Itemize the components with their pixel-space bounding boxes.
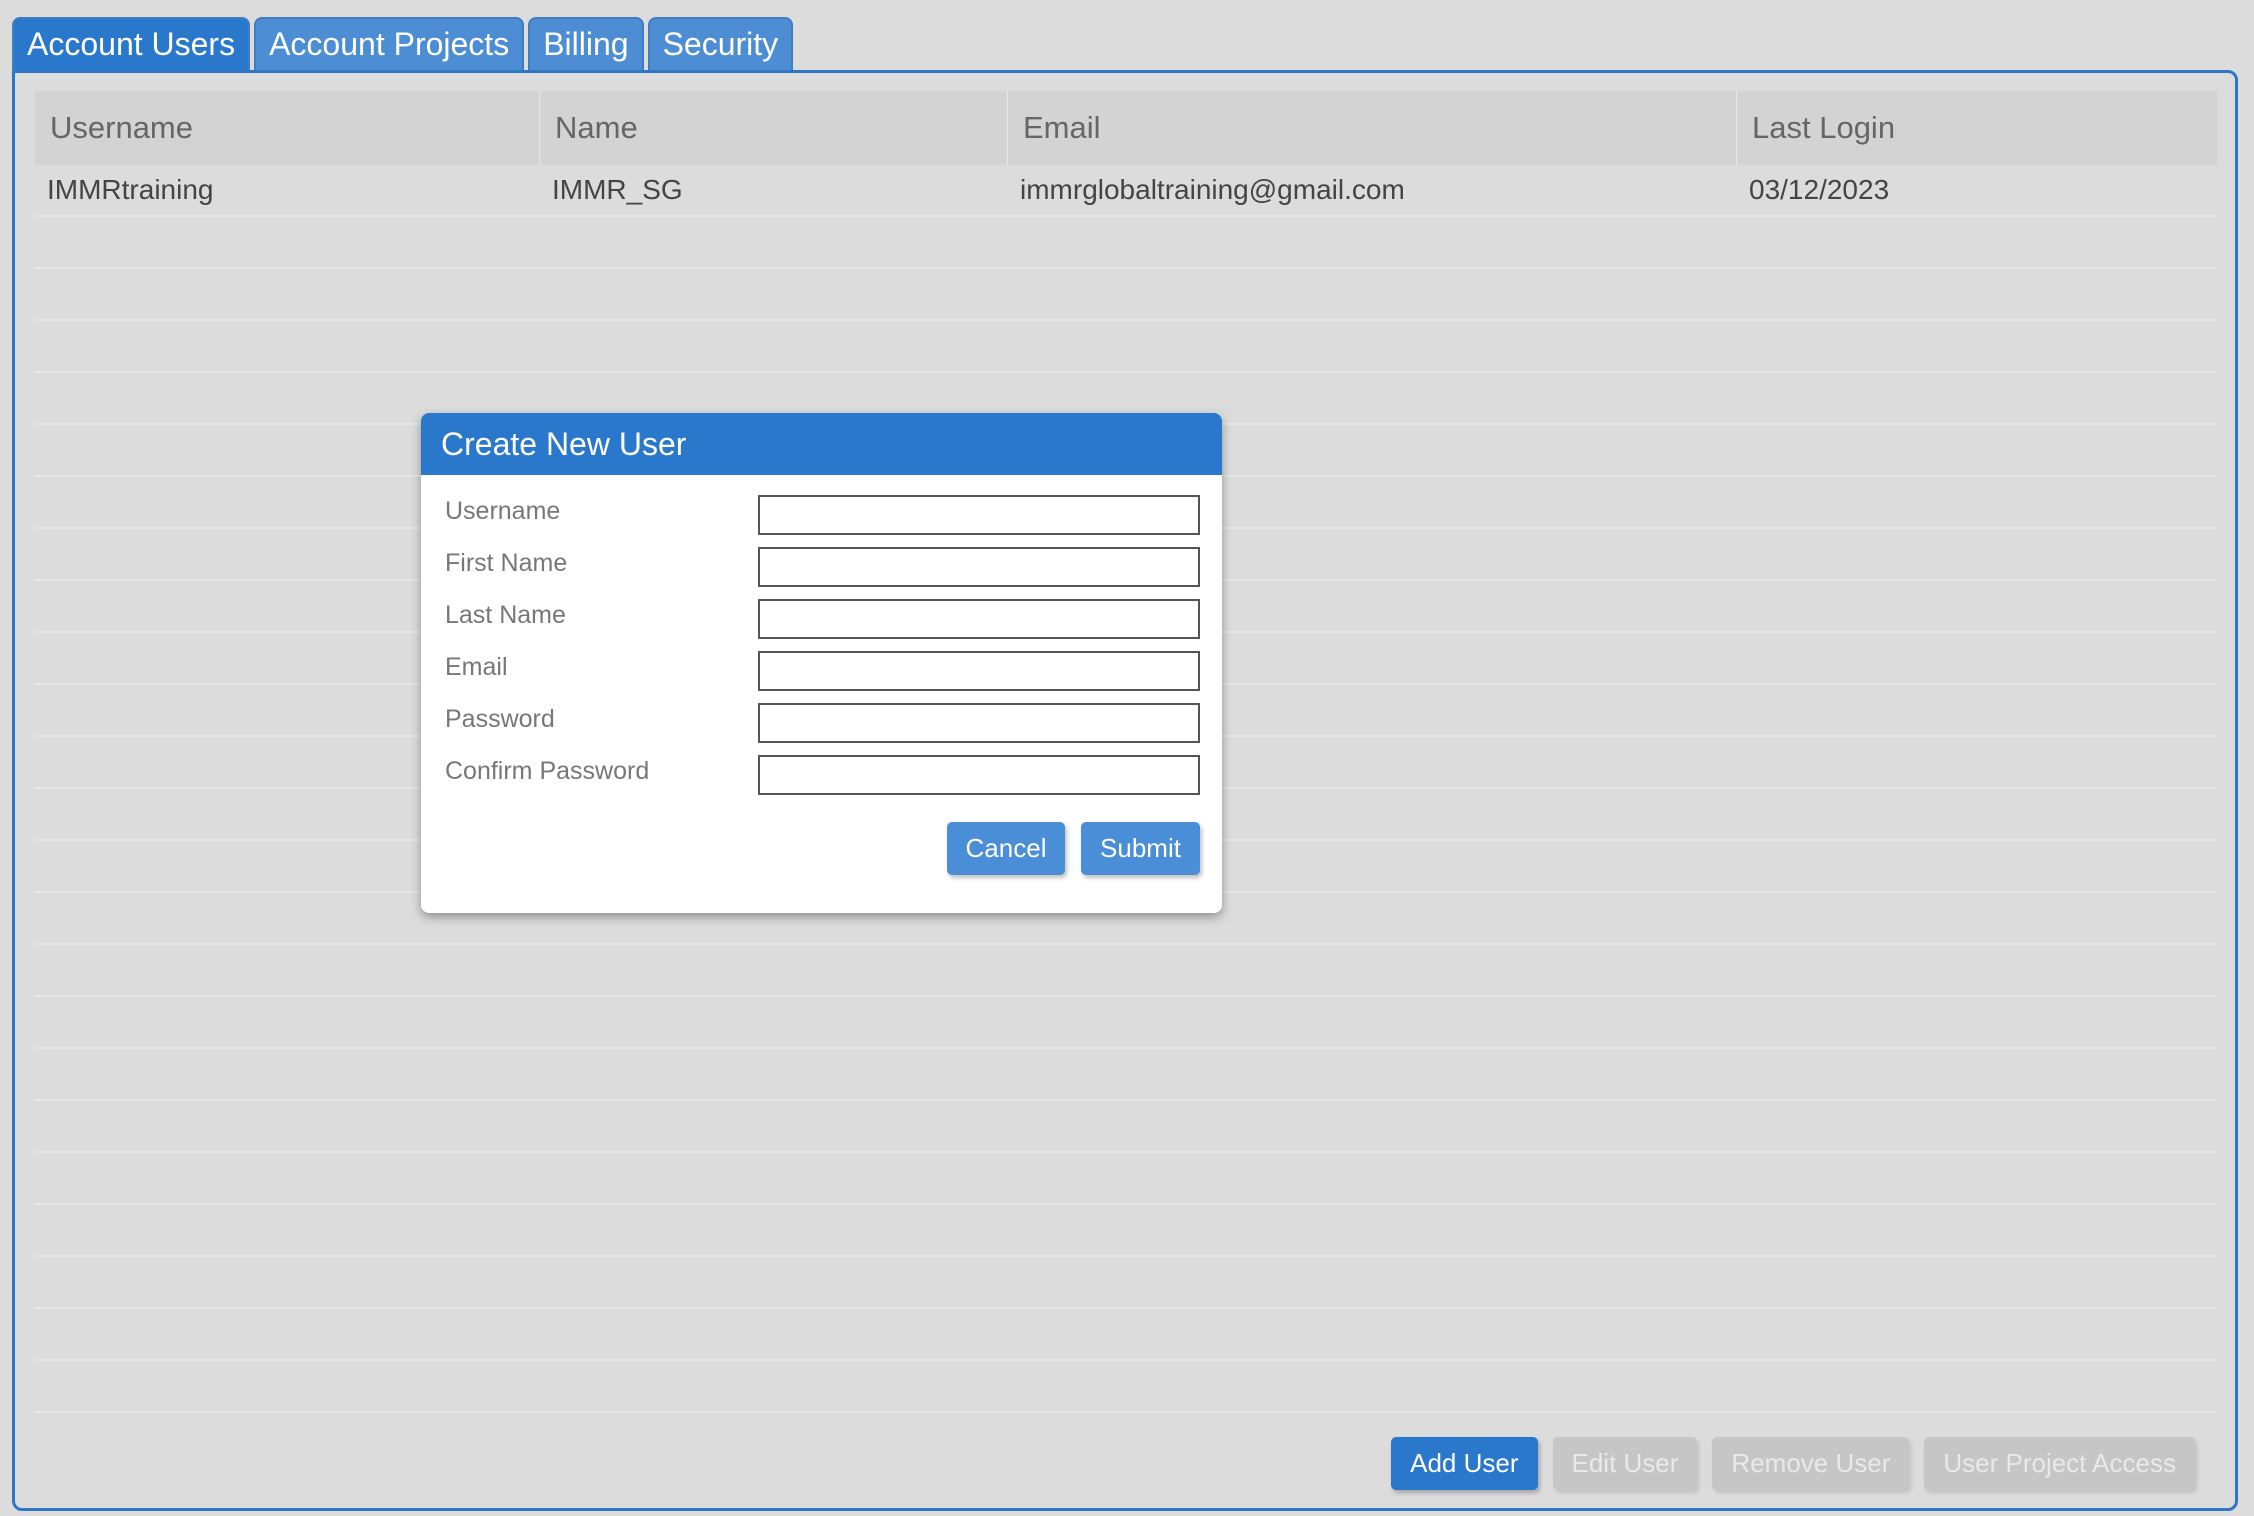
tab-bar: Account Users Account Projects Billing S… xyxy=(12,17,794,70)
empty-table-row xyxy=(35,1049,2217,1101)
first-name-label: First Name xyxy=(445,549,568,577)
column-header-username[interactable]: Username xyxy=(35,91,540,165)
email-row: Email xyxy=(445,651,1200,691)
empty-table-row xyxy=(35,321,2217,373)
empty-table-row xyxy=(35,1205,2217,1257)
tab-account-projects[interactable]: Account Projects xyxy=(254,17,525,70)
confirm-password-label: Confirm Password xyxy=(445,757,650,785)
password-input[interactable] xyxy=(758,703,1200,743)
user-project-access-button[interactable]: User Project Access xyxy=(1924,1437,2195,1490)
column-header-name[interactable]: Name xyxy=(540,91,1008,165)
remove-user-button[interactable]: Remove User xyxy=(1712,1437,1910,1490)
email-input[interactable] xyxy=(758,651,1200,691)
empty-table-row xyxy=(35,269,2217,321)
first-name-input[interactable] xyxy=(758,547,1200,587)
table-row[interactable]: IMMRtraining IMMR_SG immrglobaltraining@… xyxy=(35,165,2217,217)
tab-billing[interactable]: Billing xyxy=(528,17,644,70)
column-header-email[interactable]: Email xyxy=(1008,91,1737,165)
email-label: Email xyxy=(445,653,508,681)
cancel-button[interactable]: Cancel xyxy=(947,822,1065,875)
submit-button[interactable]: Submit xyxy=(1081,822,1200,875)
cell-name: IMMR_SG xyxy=(552,174,683,205)
cell-email: immrglobaltraining@gmail.com xyxy=(1020,174,1405,205)
last-name-label: Last Name xyxy=(445,601,566,629)
empty-table-row xyxy=(35,1257,2217,1309)
empty-table-row xyxy=(35,1309,2217,1361)
password-row: Password xyxy=(445,703,1200,743)
column-header-last-login[interactable]: Last Login xyxy=(1737,91,2217,165)
add-user-button[interactable]: Add User xyxy=(1391,1437,1538,1490)
first-name-row: First Name xyxy=(445,547,1200,587)
tab-security[interactable]: Security xyxy=(647,17,794,70)
last-name-input[interactable] xyxy=(758,599,1200,639)
empty-table-row xyxy=(35,217,2217,269)
cell-username: IMMRtraining xyxy=(47,174,214,205)
confirm-password-row: Confirm Password xyxy=(445,755,1200,795)
username-input[interactable] xyxy=(758,495,1200,535)
last-name-row: Last Name xyxy=(445,599,1200,639)
password-label: Password xyxy=(445,705,555,733)
empty-table-row xyxy=(35,1361,2217,1413)
create-new-user-dialog: Create New User Username First Name Last… xyxy=(421,413,1222,913)
empty-table-row xyxy=(35,1101,2217,1153)
cell-last-login: 03/12/2023 xyxy=(1749,174,1890,205)
dialog-title: Create New User xyxy=(421,413,1222,475)
tab-account-users[interactable]: Account Users xyxy=(12,17,251,70)
empty-table-row xyxy=(35,945,2217,997)
username-label: Username xyxy=(445,497,561,525)
edit-user-button[interactable]: Edit User xyxy=(1552,1437,1698,1490)
empty-table-row xyxy=(35,997,2217,1049)
confirm-password-input[interactable] xyxy=(758,755,1200,795)
table-header: Username Name Email Last Login xyxy=(35,91,2217,165)
username-row: Username xyxy=(445,495,1200,535)
empty-table-row xyxy=(35,1153,2217,1205)
footer-toolbar: Add User Edit User Remove User User Proj… xyxy=(1391,1437,2195,1490)
